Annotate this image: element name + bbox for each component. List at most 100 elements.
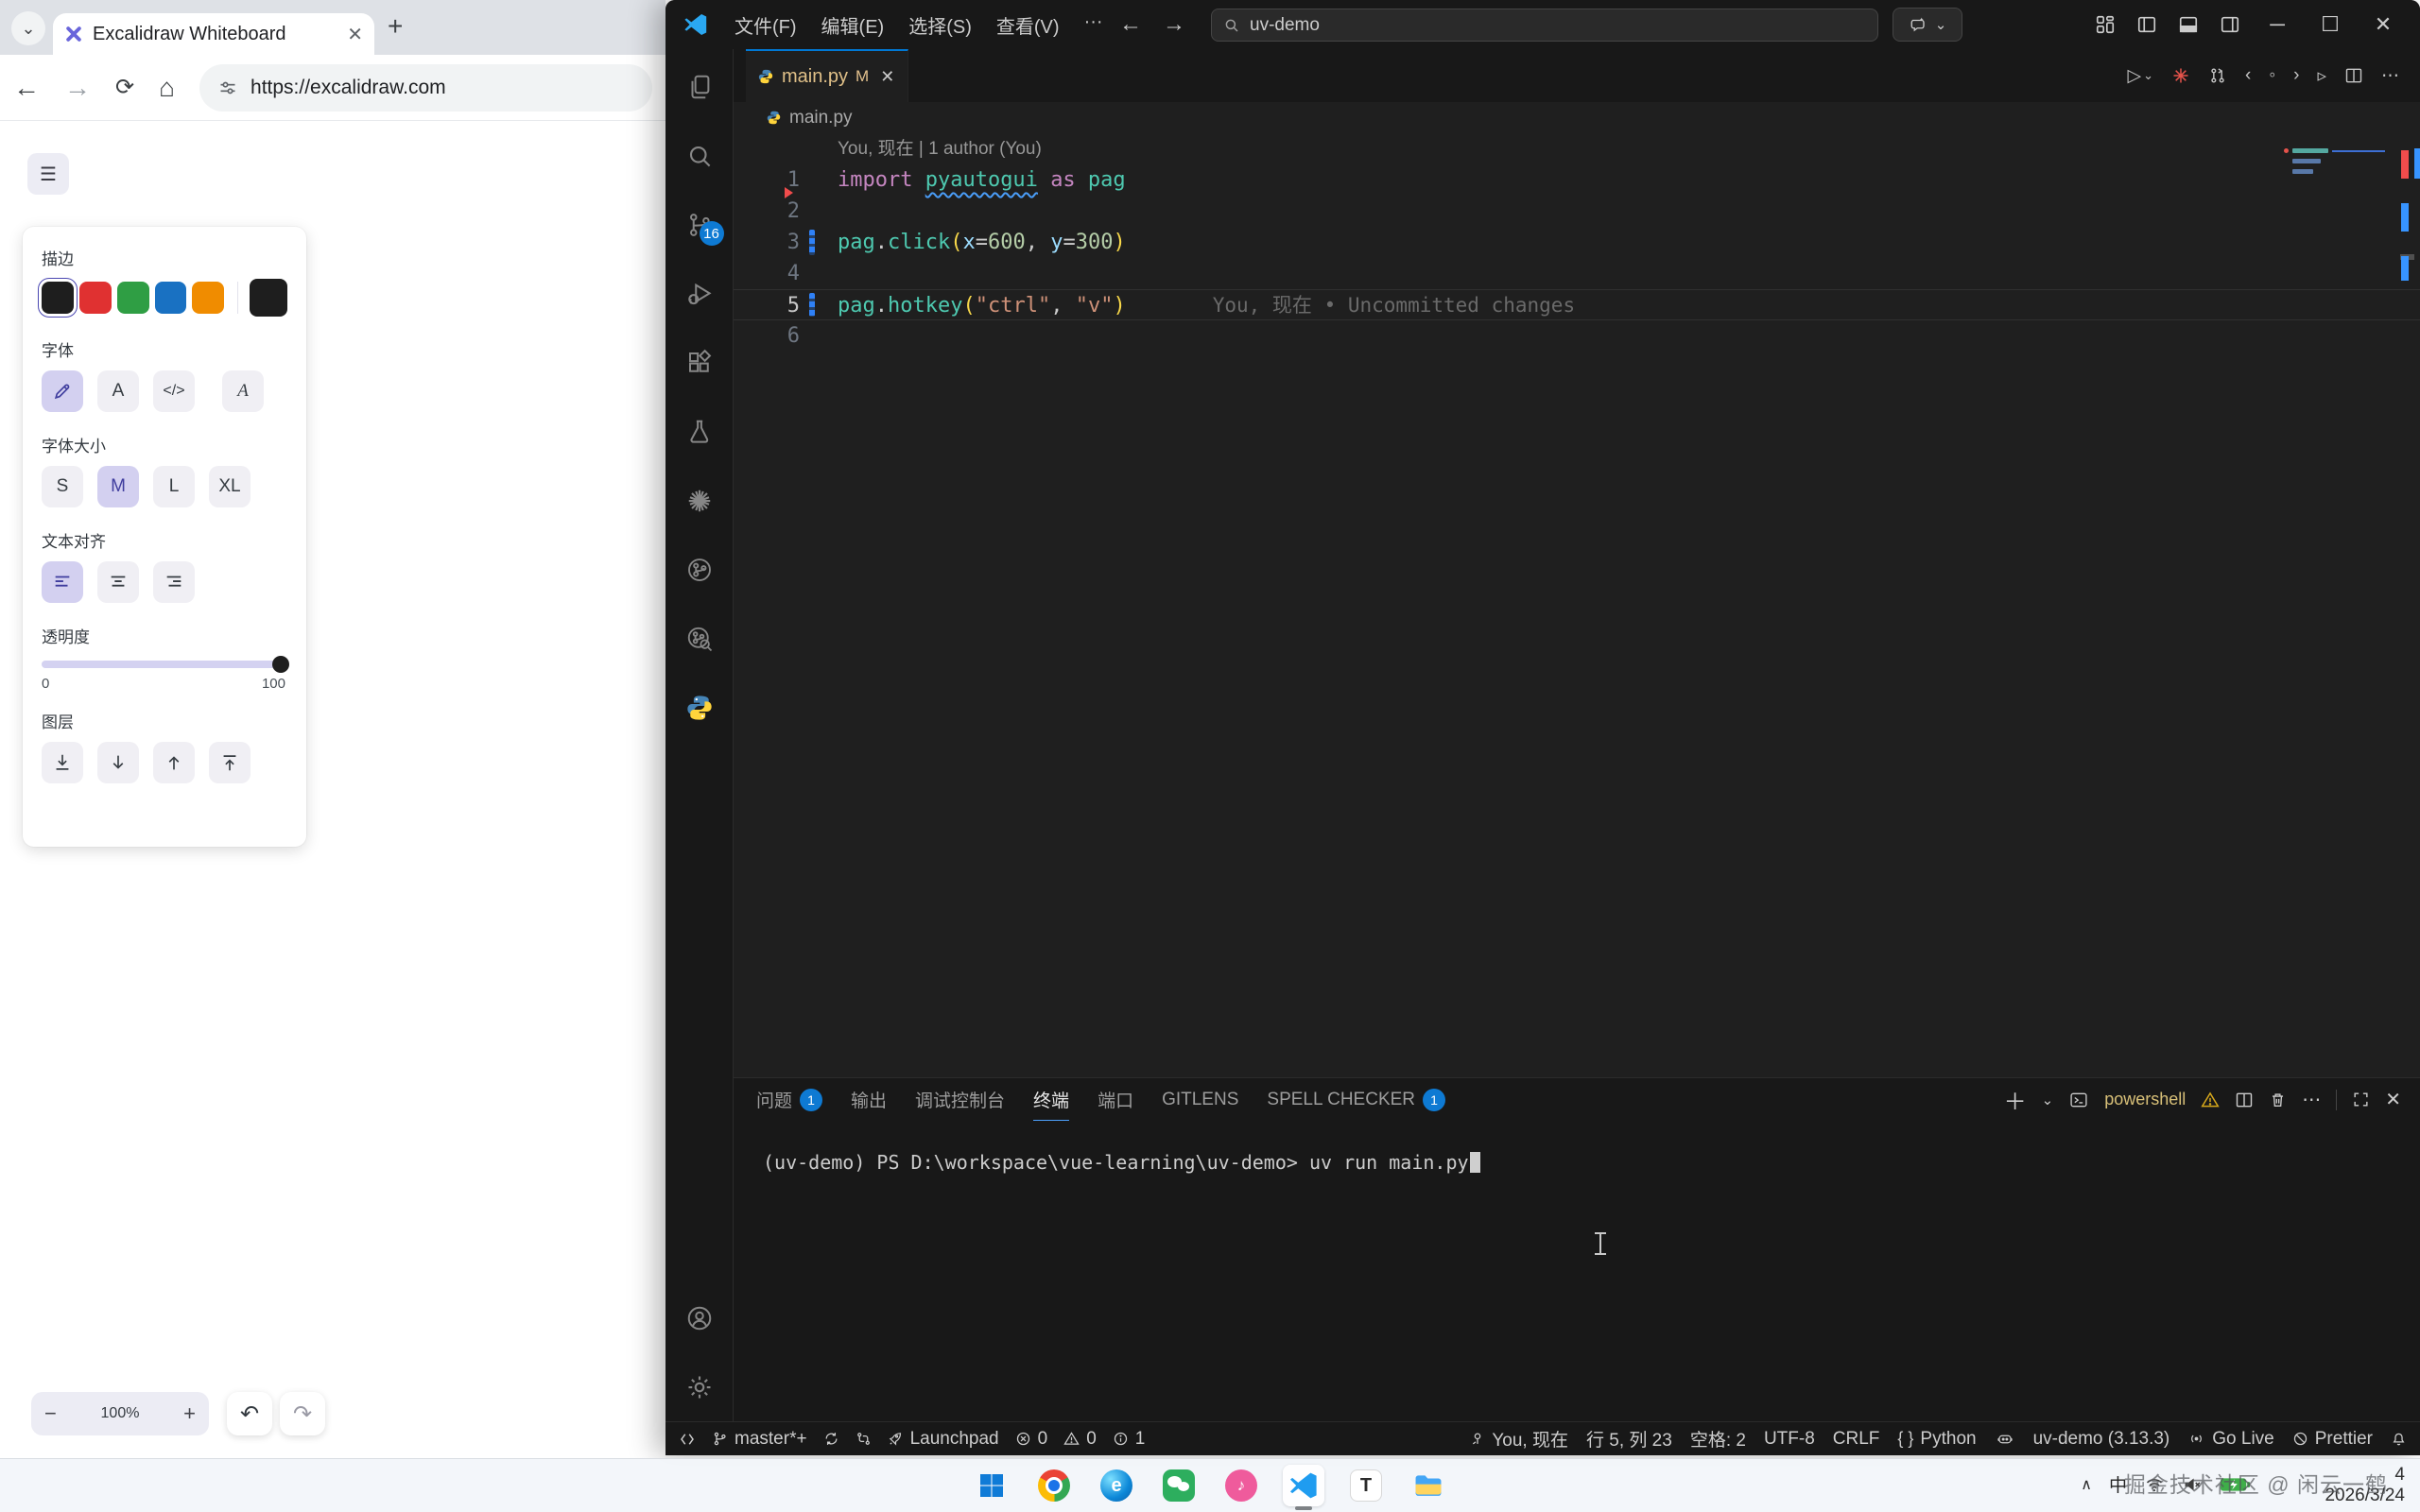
font-size-m-button[interactable]: M <box>97 466 139 507</box>
new-tab-button[interactable]: + <box>388 11 403 42</box>
pull-request-icon[interactable] <box>2208 66 2227 85</box>
zoom-in-button[interactable]: + <box>183 1401 196 1426</box>
extensions-icon[interactable] <box>666 340 734 386</box>
breadcrumb-item[interactable]: main.py <box>789 108 853 129</box>
panel-tab-3[interactable]: 终端 <box>1033 1078 1069 1122</box>
font-code-button[interactable]: </> <box>153 370 195 412</box>
code-line-1[interactable]: 1 import pyautogui as pag <box>734 164 2420 198</box>
font-size-s-button[interactable]: S <box>42 466 83 507</box>
panel-tab-5[interactable]: GITLENS <box>1162 1078 1238 1122</box>
gitlens-icon[interactable] <box>666 547 734 593</box>
browser-tab[interactable]: Excalidraw Whiteboard ✕ <box>53 13 374 55</box>
panel-tab-0[interactable]: 问题 1 <box>756 1078 823 1122</box>
back-icon[interactable]: ← <box>13 73 40 103</box>
taskbar-vscode-icon[interactable] <box>1283 1465 1324 1506</box>
toggle-panel-icon[interactable] <box>2178 14 2199 35</box>
gitlens-inspect-icon[interactable] <box>666 616 734 662</box>
opacity-slider[interactable] <box>42 656 289 673</box>
source-control-icon[interactable]: 16 <box>666 202 734 248</box>
zoom-value[interactable]: 100% <box>101 1405 140 1422</box>
taskbar-pink-app-icon[interactable]: ♪ <box>1220 1465 1262 1506</box>
run-debug-icon[interactable] <box>666 271 734 317</box>
tab-search-chevron-icon[interactable]: ⌄ <box>11 11 45 45</box>
toggle-sidebar-icon[interactable] <box>2136 14 2157 35</box>
python-extension-icon[interactable] <box>666 685 734 730</box>
status-right--2[interactable]: 空格: 2 <box>1690 1426 1746 1452</box>
code-editor[interactable]: You, 现在 | 1 author (You) 1 import pyautog… <box>734 133 2420 1077</box>
stroke-swatch-4[interactable] <box>192 282 225 314</box>
taskbar-typora-icon[interactable]: T <box>1345 1465 1387 1506</box>
codelens-annotation[interactable]: You, 现在 | 1 author (You) <box>734 133 2420 164</box>
taskbar-start-icon[interactable] <box>971 1465 1012 1506</box>
close-icon[interactable]: ✕ <box>2367 12 2399 37</box>
nav-back-circle-icon[interactable]: ‹ <box>2245 65 2251 86</box>
status-right-you-[interactable]: You, 现在 <box>1470 1426 1568 1452</box>
panel-more-icon[interactable]: ⋯ <box>2302 1088 2321 1111</box>
taskbar-wechat-icon[interactable] <box>1158 1465 1200 1506</box>
run-python-file-icon[interactable]: ▷ ⌄ <box>2128 65 2154 87</box>
copilot-button[interactable]: ⌄ <box>1893 8 1962 42</box>
status-right-prettier[interactable]: Prettier <box>2292 1429 2373 1450</box>
more-actions-icon[interactable]: ⋯ <box>2381 65 2399 87</box>
status-right-crlf[interactable]: CRLF <box>1833 1429 1880 1450</box>
address-bar[interactable]: https://excalidraw.com <box>199 63 652 112</box>
nav-back-icon[interactable]: ← <box>1119 11 1142 38</box>
status-right-uv-demo-3-13-3-[interactable]: uv-demo (3.13.3) <box>2033 1429 2170 1450</box>
powershell-icon[interactable] <box>2068 1091 2089 1109</box>
nav-dot-circle-icon[interactable]: ◦ <box>2269 65 2275 86</box>
status-left-0[interactable]: 0 <box>1063 1429 1097 1450</box>
opacity-slider-knob[interactable] <box>272 656 289 673</box>
taskbar-edge-icon[interactable]: e <box>1096 1465 1137 1506</box>
stroke-swatch-0[interactable] <box>38 278 78 318</box>
menu-more-button[interactable]: ··· <box>1072 6 1115 44</box>
font-hand-drawn-button[interactable] <box>42 370 83 412</box>
terminal-shell-label[interactable]: powershell <box>2104 1090 2186 1109</box>
stroke-swatch-1[interactable] <box>78 282 112 314</box>
testing-icon[interactable] <box>666 409 734 455</box>
account-icon[interactable] <box>666 1296 734 1341</box>
font-size-xl-button[interactable]: XL <box>209 466 251 507</box>
taskbar-chrome-icon[interactable] <box>1033 1465 1075 1506</box>
breadcrumb[interactable]: main.py <box>734 102 2420 133</box>
settings-gear-icon[interactable] <box>666 1365 734 1410</box>
menu-item-0[interactable]: 文件(F) <box>722 6 809 44</box>
bring-forward-button[interactable] <box>153 742 195 783</box>
redo-button[interactable]: ↷ <box>280 1392 325 1435</box>
new-terminal-icon[interactable]: ＋ <box>2004 1083 2027 1116</box>
status-right-bell[interactable] <box>2391 1431 2407 1448</box>
minimize-icon[interactable]: ─ <box>2261 12 2293 37</box>
status-left-sync[interactable] <box>823 1431 839 1447</box>
run-circle-icon[interactable]: ▹ <box>2317 65 2326 87</box>
zoom-out-button[interactable]: − <box>44 1401 57 1426</box>
tab-main-py[interactable]: main.py M ✕ <box>746 49 908 102</box>
status-left-1[interactable]: 1 <box>1113 1429 1145 1450</box>
nav-forward-icon[interactable]: → <box>1163 11 1185 38</box>
code-line-2[interactable]: 2 <box>734 196 2420 227</box>
status-right-python[interactable]: { } Python <box>1897 1429 1976 1450</box>
menu-item-2[interactable]: 选择(S) <box>896 6 984 44</box>
status-left-launchpad[interactable]: Launchpad <box>888 1429 999 1450</box>
menu-item-3[interactable]: 查看(V) <box>984 6 1072 44</box>
overview-ruler[interactable] <box>2399 133 2420 1077</box>
font-size-l-button[interactable]: L <box>153 466 195 507</box>
code-line-3[interactable]: 3 pag.click(x=600, y=300) <box>734 227 2420 258</box>
split-terminal-icon[interactable] <box>2235 1091 2254 1109</box>
undo-button[interactable]: ↶ <box>227 1392 272 1435</box>
taskbar-explorer-icon[interactable] <box>1408 1465 1449 1506</box>
starburst-extension-icon[interactable] <box>666 478 734 524</box>
command-center-search[interactable]: uv-demo <box>1211 9 1878 42</box>
send-to-back-button[interactable] <box>42 742 83 783</box>
flame-icon[interactable] <box>2171 66 2190 85</box>
menu-item-1[interactable]: 编辑(E) <box>809 6 897 44</box>
panel-tab-1[interactable]: 输出 <box>851 1078 887 1122</box>
tab-close-icon[interactable]: ✕ <box>880 67 894 87</box>
minimap[interactable] <box>2284 148 2388 180</box>
panel-tab-4[interactable]: 端口 <box>1098 1078 1133 1122</box>
maximize-panel-icon[interactable] <box>2352 1091 2370 1108</box>
status-left-master-[interactable]: master*+ <box>712 1429 807 1450</box>
explorer-icon[interactable] <box>666 64 734 110</box>
code-line-4[interactable]: 4 <box>734 258 2420 289</box>
tune-icon[interactable] <box>218 78 237 97</box>
stroke-swatch-2[interactable] <box>116 282 149 314</box>
status-left-0[interactable]: 0 <box>1015 1429 1047 1450</box>
